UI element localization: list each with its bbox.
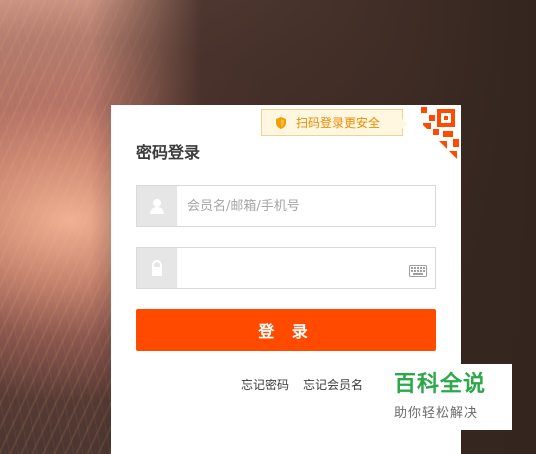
lock-icon xyxy=(137,248,177,288)
shield-icon xyxy=(274,116,288,130)
forgot-username-link[interactable]: 忘记会员名 xyxy=(303,376,363,393)
login-button[interactable]: 登 录 xyxy=(136,309,436,351)
keyboard-icon[interactable] xyxy=(409,262,427,277)
user-icon xyxy=(137,186,177,226)
forgot-password-link[interactable]: 忘记密码 xyxy=(241,376,289,393)
watermark: 百科全说 助你轻松解决 xyxy=(388,364,512,430)
password-input[interactable] xyxy=(177,248,435,288)
watermark-subtitle: 助你轻松解决 xyxy=(394,406,479,421)
password-field[interactable] xyxy=(136,247,436,289)
qr-code-icon[interactable] xyxy=(403,105,461,163)
login-title: 密码登录 xyxy=(136,143,201,162)
help-links: 忘记密码 忘记会员名 xyxy=(241,376,363,393)
username-input[interactable] xyxy=(177,186,435,226)
watermark-title: 百科全说 xyxy=(394,372,487,397)
qr-login-tip[interactable]: 扫码登录更安全 xyxy=(261,109,409,136)
username-field[interactable] xyxy=(136,185,436,227)
qr-login-tip-text: 扫码登录更安全 xyxy=(296,116,381,130)
